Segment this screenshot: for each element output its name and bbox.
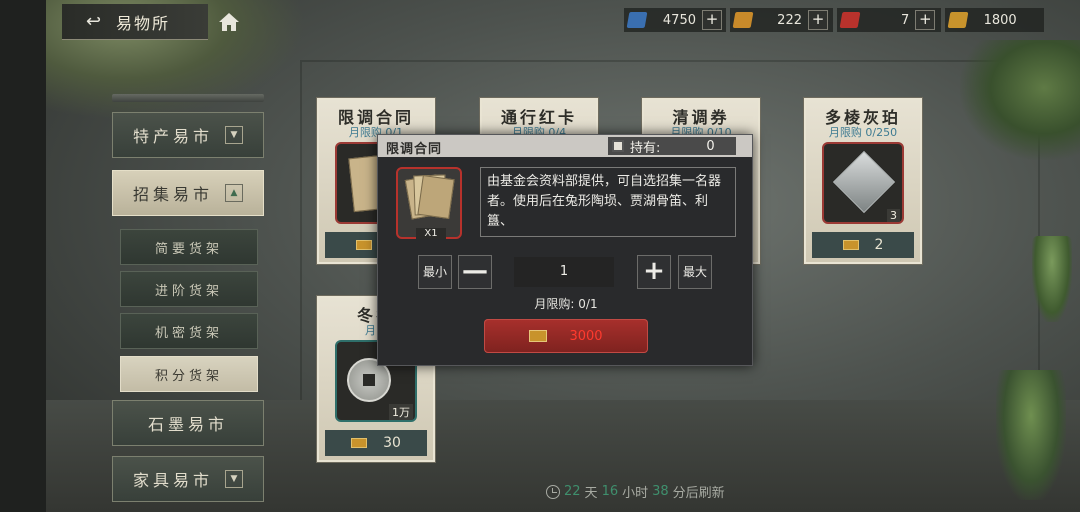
refresh-timer: 22 天 16 小时 38 分后刷新 bbox=[546, 482, 725, 501]
sub-shelf-points[interactable]: 积分货架 bbox=[120, 356, 258, 392]
quantity-input[interactable]: 1 bbox=[514, 257, 614, 287]
category-graphite-market[interactable]: 石墨易市 bbox=[112, 400, 264, 446]
back-arrow-icon[interactable]: ↩ bbox=[86, 11, 110, 32]
sub-shelf-label: 积分货架 bbox=[154, 368, 223, 384]
coin-bar-icon bbox=[529, 330, 548, 342]
inventory-icon bbox=[612, 140, 624, 152]
sub-shelf-advanced[interactable]: 进阶货架 bbox=[120, 271, 258, 307]
grey-crystal-icon: 3 bbox=[822, 142, 904, 224]
item-quantity: 3 bbox=[887, 209, 900, 222]
currency-red-token: 7 + bbox=[837, 8, 941, 32]
held-label: 持有: bbox=[630, 140, 661, 156]
dialog-title: 限调合同 bbox=[386, 142, 443, 157]
currency-gold-voucher: 222 + bbox=[730, 8, 834, 32]
currency-value: 4750 bbox=[662, 12, 696, 28]
item-quantity: 1万 bbox=[389, 404, 413, 420]
sub-shelf-basic[interactable]: 简要货架 bbox=[120, 229, 258, 265]
shop-item-card[interactable]: 多棱灰珀 月限购 0/250 3 2 bbox=[804, 98, 922, 264]
potted-plant-right bbox=[1032, 236, 1072, 322]
coin-bar-icon bbox=[947, 12, 969, 28]
purchase-button[interactable]: 3000 bbox=[484, 319, 648, 353]
item-description: 由基金会资料部提供，可自选招集一名器者。使用后在兔形陶埙、贾湖骨笛、利簋、 bbox=[480, 167, 736, 237]
max-quantity-button[interactable]: 最大 bbox=[678, 255, 712, 289]
sub-shelf-label: 机密货架 bbox=[154, 325, 223, 341]
sub-shelf-label: 进阶货架 bbox=[154, 283, 223, 299]
page-title: 易物所 bbox=[116, 13, 171, 33]
held-value: 0 bbox=[706, 138, 715, 154]
contract-folder-icon bbox=[404, 174, 455, 220]
decrease-button[interactable]: — bbox=[458, 255, 492, 289]
clock-icon bbox=[546, 484, 560, 499]
category-label: 石墨易市 bbox=[147, 415, 228, 434]
category-label: 特产易市 bbox=[132, 127, 213, 146]
item-price: 30 bbox=[325, 430, 427, 456]
menu-scroll-stub bbox=[112, 94, 264, 102]
currency-coin-bar: 1800 bbox=[944, 8, 1044, 32]
price-value: 30 bbox=[383, 435, 401, 451]
item-count: X1 bbox=[416, 228, 446, 239]
item-limit: 月限购 0/250 bbox=[828, 126, 898, 139]
chevron-down-icon: ▼ bbox=[225, 126, 243, 144]
category-recruit-market[interactable]: 招集易市 ▲ bbox=[112, 170, 264, 216]
price-value: 2 bbox=[874, 237, 884, 253]
dialog-header: 限调合同 持有: 0 bbox=[378, 135, 752, 157]
item-preview: X1 bbox=[396, 167, 462, 239]
category-label: 家具易市 bbox=[132, 471, 213, 490]
category-label: 招集易市 bbox=[132, 185, 213, 204]
category-furniture-market[interactable]: 家具易市 ▼ bbox=[112, 456, 264, 502]
refresh-hour-unit: 小时 bbox=[622, 486, 649, 501]
chevron-down-icon: ▼ bbox=[225, 470, 243, 488]
shop-title-bar[interactable]: ↩ 易物所 bbox=[62, 4, 208, 40]
coin-bar-icon bbox=[355, 240, 372, 250]
gold-voucher-icon bbox=[732, 12, 754, 28]
refresh-minutes: 38 bbox=[652, 484, 669, 499]
add-currency-button[interactable]: + bbox=[915, 10, 936, 30]
coin-bar-icon bbox=[351, 438, 368, 448]
home-icon[interactable] bbox=[218, 12, 240, 32]
red-token-icon bbox=[839, 12, 861, 28]
refresh-days: 22 bbox=[564, 484, 581, 499]
min-quantity-button[interactable]: 最小 bbox=[418, 255, 452, 289]
purchase-price: 3000 bbox=[569, 328, 603, 344]
currency-value: 222 bbox=[777, 12, 802, 28]
blue-gem-icon bbox=[626, 12, 648, 28]
refresh-day-unit: 天 bbox=[584, 486, 598, 501]
month-limit-text: 月限购: 0/1 bbox=[534, 297, 598, 311]
potted-plant-floor bbox=[996, 370, 1066, 500]
category-specialty-market[interactable]: 特产易市 ▼ bbox=[112, 112, 264, 158]
refresh-minute-unit: 分后刷新 bbox=[672, 486, 725, 501]
held-count: 持有: 0 bbox=[608, 137, 736, 156]
currency-blue-gem: 4750 + bbox=[624, 8, 726, 32]
refresh-hours: 16 bbox=[601, 484, 619, 499]
sub-shelf-secret[interactable]: 机密货架 bbox=[120, 313, 258, 349]
item-price: 2 bbox=[812, 232, 914, 258]
chevron-up-icon: ▲ bbox=[225, 184, 243, 202]
add-currency-button[interactable]: + bbox=[702, 10, 722, 30]
currency-value: 1800 bbox=[983, 12, 1017, 28]
coin-bar-icon bbox=[842, 240, 859, 250]
background-foliage-right bbox=[960, 40, 1080, 160]
currency-bar: 4750 + 222 + 7 + 1800 bbox=[624, 6, 1044, 34]
currency-value: 7 bbox=[901, 12, 910, 28]
increase-button[interactable]: + bbox=[637, 255, 671, 289]
sub-shelf-label: 简要货架 bbox=[154, 241, 223, 257]
purchase-dialog: 限调合同 持有: 0 X1 由基金会资料部提供，可自选招集一名器者。使用后在兔形… bbox=[377, 134, 753, 366]
add-currency-button[interactable]: + bbox=[808, 10, 828, 30]
